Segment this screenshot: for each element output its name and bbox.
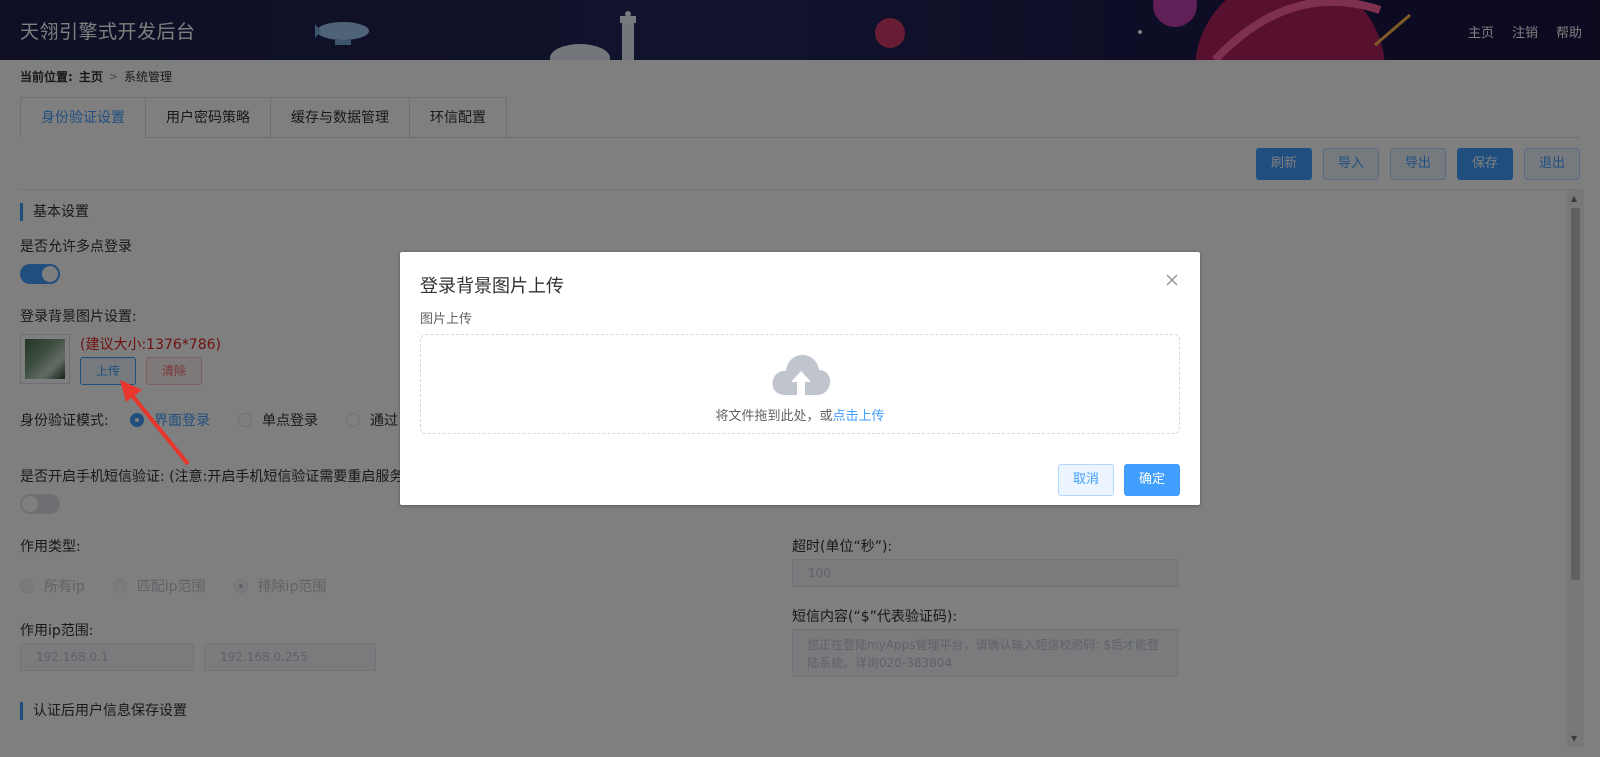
close-icon[interactable]: [1164, 272, 1180, 288]
dialog-title: 登录背景图片上传: [420, 276, 564, 297]
click-upload-link[interactable]: 点击上传: [833, 409, 885, 424]
image-upload-label: 图片上传: [420, 312, 473, 327]
cloud-upload-icon: [772, 354, 831, 395]
drop-hint: 将文件拖到此处，或: [715, 409, 833, 424]
upload-dropzone[interactable]: 将文件拖到此处，或点击上传: [420, 334, 1180, 434]
upload-dialog: 登录背景图片上传 图片上传 将文件拖到此处，或点击上传 取消 确定: [400, 252, 1200, 505]
dropzone-text: 将文件拖到此处，或点击上传: [421, 405, 1179, 424]
annotation-arrow-icon: [120, 380, 190, 466]
cancel-button[interactable]: 取消: [1058, 464, 1114, 496]
confirm-button[interactable]: 确定: [1124, 464, 1180, 496]
